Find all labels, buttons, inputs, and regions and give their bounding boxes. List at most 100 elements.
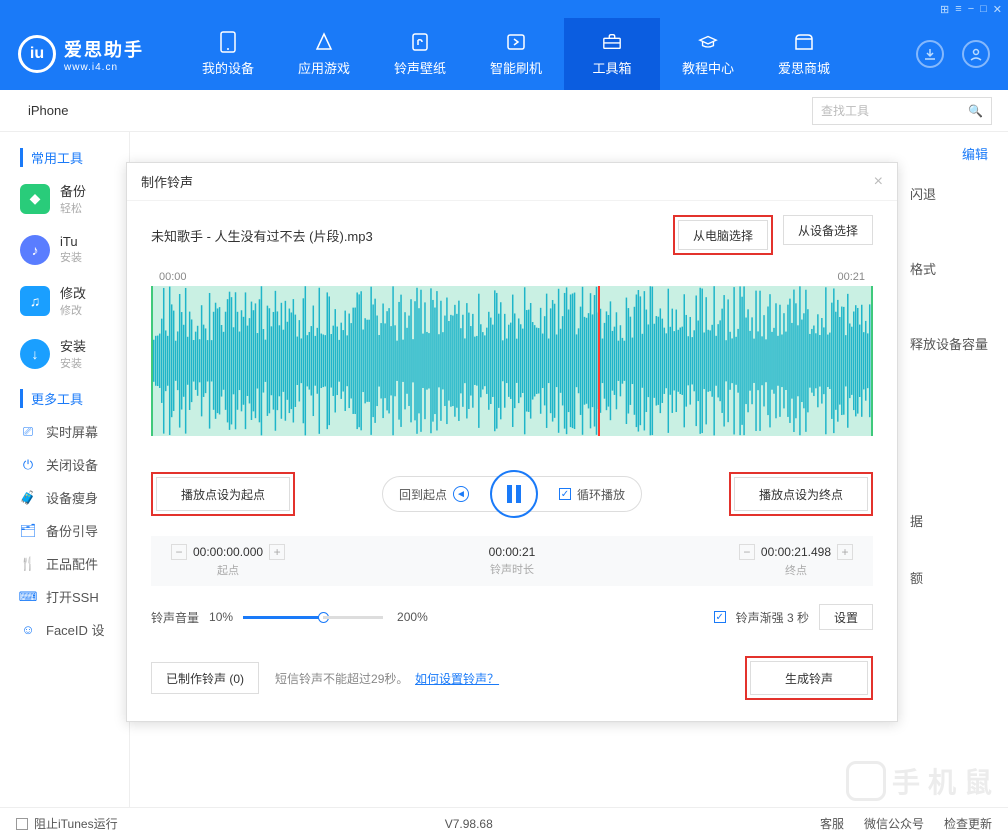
edit-icon: ♫ bbox=[20, 286, 50, 316]
guide-icon: 🗂 bbox=[20, 523, 36, 539]
modal-title: 制作铃声 bbox=[141, 172, 193, 191]
nav-store[interactable]: 爱思商城 bbox=[756, 18, 852, 90]
sidebar-item-faceid[interactable]: ☺FaceID 设 bbox=[20, 620, 129, 639]
main-nav: 我的设备 应用游戏 铃声壁纸 智能刷机 工具箱 教程中心 爱思商城 bbox=[180, 18, 916, 90]
sidebar-item-backup-guide[interactable]: 🗂备份引导 bbox=[20, 521, 129, 540]
apps-icon bbox=[314, 32, 334, 52]
sidebar-item-edit[interactable]: ♫修改修改 bbox=[20, 283, 129, 318]
volume-slider[interactable] bbox=[243, 616, 323, 619]
nav-apps[interactable]: 应用游戏 bbox=[276, 18, 372, 90]
volume-high: 200% bbox=[397, 610, 428, 624]
block-itunes-checkbox[interactable] bbox=[16, 818, 28, 830]
modal-close-button[interactable]: × bbox=[874, 173, 883, 191]
end-minus-button[interactable]: − bbox=[739, 544, 755, 560]
hint-text: 短信铃声不能超过29秒。 如何设置铃声？ bbox=[275, 670, 499, 687]
duration-label: 铃声时长 bbox=[489, 561, 536, 577]
hint-link[interactable]: 如何设置铃声？ bbox=[415, 672, 499, 686]
sidebar-section-common: 常用工具 bbox=[20, 148, 129, 167]
titlebar-max[interactable]: □ bbox=[980, 3, 987, 15]
itunes-icon: ♪ bbox=[20, 235, 50, 265]
watermark: 手机鼠 bbox=[846, 761, 1000, 801]
version-label: V7.98.68 bbox=[445, 817, 493, 831]
install-icon: ↓ bbox=[20, 339, 50, 369]
fade-checkbox[interactable]: ✓ bbox=[714, 611, 726, 623]
start-minus-button[interactable]: − bbox=[171, 544, 187, 560]
time-start-label: 00:00 bbox=[159, 271, 187, 283]
window-titlebar: ⊞ ≡ − □ ✕ bbox=[0, 0, 1008, 18]
made-ringtones-button[interactable]: 已制作铃声 (0) bbox=[151, 662, 259, 694]
app-title: 爱思助手 bbox=[64, 36, 144, 62]
titlebar-close[interactable]: ✕ bbox=[993, 3, 1002, 16]
backup-icon: ◆ bbox=[20, 184, 50, 214]
store-icon bbox=[794, 32, 814, 52]
logo-icon: iu bbox=[18, 35, 56, 73]
set-end-button[interactable]: 播放点设为终点 bbox=[734, 477, 868, 511]
loop-toggle[interactable]: ✓循环播放 bbox=[543, 486, 641, 503]
generate-button[interactable]: 生成铃声 bbox=[750, 661, 868, 695]
power-icon: ⏻ bbox=[20, 457, 36, 473]
sidebar-item-backup[interactable]: ◆备份轻松 bbox=[20, 181, 129, 216]
nav-my-device[interactable]: 我的设备 bbox=[180, 18, 276, 90]
end-label: 终点 bbox=[739, 562, 853, 578]
block-itunes-label: 阻止iTunes运行 bbox=[34, 815, 118, 832]
titlebar-btn[interactable]: ⊞ bbox=[940, 3, 949, 16]
start-plus-button[interactable]: + bbox=[269, 544, 285, 560]
flash-icon bbox=[506, 32, 526, 52]
waveform[interactable]: 00:00:15 bbox=[151, 286, 873, 436]
faceid-icon: ☺ bbox=[20, 622, 36, 638]
ssh-icon: ⌨ bbox=[20, 589, 36, 605]
sidebar-item-shutdown[interactable]: ⏻关闭设备 bbox=[20, 455, 129, 474]
volume-low: 10% bbox=[209, 610, 233, 624]
sidebar-item-genuine[interactable]: 🍴正品配件 bbox=[20, 554, 129, 573]
back-to-start-button[interactable]: 回到起点◄ bbox=[383, 486, 485, 503]
ringtone-modal: 制作铃声 × 未知歌手 - 人生没有过不去 (片段).mp3 从电脑选择 从设备… bbox=[126, 162, 898, 722]
volume-label: 铃声音量 bbox=[151, 609, 199, 626]
nav-ringtones[interactable]: 铃声壁纸 bbox=[372, 18, 468, 90]
audio-filename: 未知歌手 - 人生没有过不去 (片段).mp3 bbox=[151, 226, 373, 245]
sidebar: 常用工具 ◆备份轻松 ♪iTu安装 ♫修改修改 ↓安装安装 更多工具 ⎚实时屏幕… bbox=[0, 132, 130, 807]
set-start-button[interactable]: 播放点设为起点 bbox=[156, 477, 290, 511]
playback-controls: 回到起点◄ ✓循环播放 bbox=[382, 476, 642, 512]
end-plus-button[interactable]: + bbox=[837, 544, 853, 560]
sidebar-item-install[interactable]: ↓安装安装 bbox=[20, 336, 129, 371]
sidebar-item-itunes[interactable]: ♪iTu安装 bbox=[20, 234, 129, 265]
titlebar-min[interactable]: − bbox=[968, 3, 974, 15]
playhead[interactable] bbox=[598, 286, 600, 436]
duration-value: 00:00:21 bbox=[489, 545, 536, 559]
search-icon: 🔍 bbox=[968, 104, 983, 118]
sidebar-item-screen[interactable]: ⎚实时屏幕 bbox=[20, 422, 129, 441]
download-button[interactable] bbox=[916, 40, 944, 68]
genuine-icon: 🍴 bbox=[20, 556, 36, 572]
bg-labels: 闪退 格式 释放设备容量 据 额 bbox=[910, 184, 988, 587]
sidebar-item-ssh[interactable]: ⌨打开SSH bbox=[20, 587, 129, 606]
watermark-icon bbox=[846, 761, 886, 801]
sidebar-section-more: 更多工具 bbox=[20, 389, 129, 408]
device-tab[interactable]: iPhone bbox=[16, 103, 80, 118]
select-from-pc-button[interactable]: 从电脑选择 bbox=[678, 220, 768, 250]
play-pause-button[interactable] bbox=[490, 470, 538, 518]
start-label: 起点 bbox=[171, 562, 285, 578]
status-link-update[interactable]: 检查更新 bbox=[944, 815, 992, 832]
sidebar-item-slim[interactable]: 🧳设备瘦身 bbox=[20, 488, 129, 507]
tutorial-icon bbox=[698, 32, 718, 52]
status-link-wechat[interactable]: 微信公众号 bbox=[864, 815, 924, 832]
search-input[interactable]: 查找工具 🔍 bbox=[812, 97, 992, 125]
ringtone-icon bbox=[410, 32, 430, 52]
slim-icon: 🧳 bbox=[20, 490, 36, 506]
app-logo: iu 爱思助手 www.i4.cn bbox=[0, 35, 180, 73]
select-from-device-button[interactable]: 从设备选择 bbox=[783, 215, 873, 245]
sub-toolbar: iPhone 查找工具 🔍 bbox=[0, 90, 1008, 132]
edit-link[interactable]: 编辑 bbox=[962, 147, 988, 162]
nav-flash[interactable]: 智能刷机 bbox=[468, 18, 564, 90]
user-button[interactable] bbox=[962, 40, 990, 68]
nav-toolbox[interactable]: 工具箱 bbox=[564, 18, 660, 90]
status-link-support[interactable]: 客服 bbox=[820, 815, 844, 832]
loop-checkbox[interactable]: ✓ bbox=[559, 488, 571, 500]
nav-tutorials[interactable]: 教程中心 bbox=[660, 18, 756, 90]
status-bar: 阻止iTunes运行 V7.98.68 客服 微信公众号 检查更新 bbox=[0, 807, 1008, 839]
app-subtitle: www.i4.cn bbox=[64, 62, 144, 73]
fade-settings-button[interactable]: 设置 bbox=[819, 604, 873, 630]
fade-label: 铃声渐强 3 秒 bbox=[736, 609, 809, 626]
titlebar-btn[interactable]: ≡ bbox=[955, 3, 961, 15]
start-value: 00:00:00.000 bbox=[193, 545, 263, 559]
